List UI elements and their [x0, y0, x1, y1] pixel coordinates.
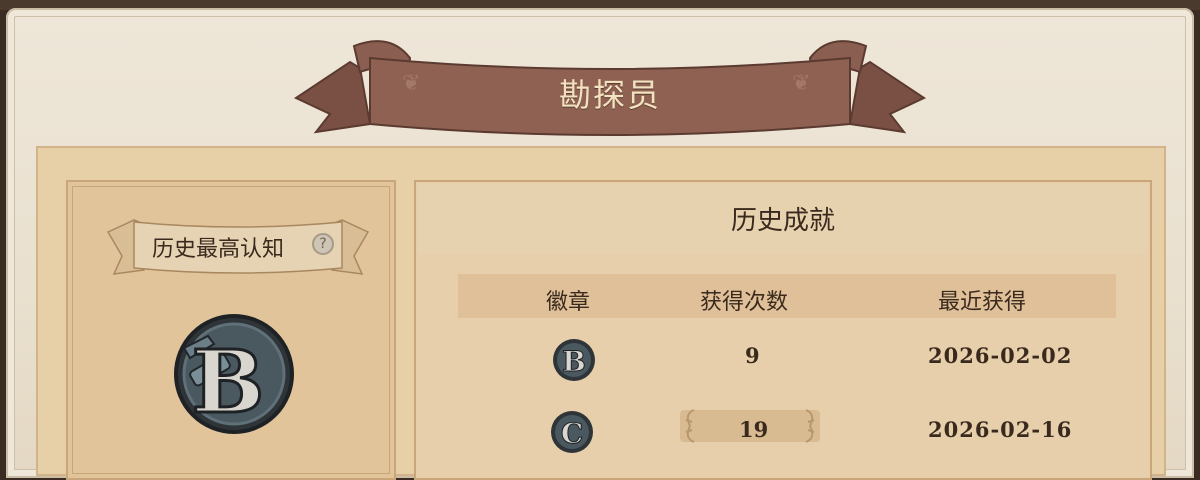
question-icon[interactable]: ? — [312, 233, 334, 255]
row-date: 2026-02-02 — [928, 343, 1073, 368]
highest-recognition-label: 历史最高认知 — [152, 237, 285, 262]
column-header-latest: 最近获得 — [938, 290, 1027, 315]
rank-b-badge-icon: B — [174, 314, 294, 435]
row-date: 2026-02-16 — [928, 417, 1073, 442]
row-badge-letter: C — [561, 417, 583, 450]
row-count: 19 — [739, 417, 769, 442]
title-banner: ❦ ❦ 勘探员 — [290, 28, 930, 138]
row-count: 9 — [745, 343, 760, 368]
column-header-count: 获得次数 — [700, 290, 789, 315]
column-header-badge: 徽章 — [546, 290, 591, 315]
row-badge-letter: B — [562, 345, 586, 378]
rank-letter: B — [192, 332, 265, 433]
achievements-title: 历史成就 — [730, 206, 835, 236]
rank-b-badge-icon: B — [553, 339, 595, 381]
page-title: 勘探员 — [558, 76, 661, 114]
rank-c-badge-icon: C — [551, 411, 593, 453]
